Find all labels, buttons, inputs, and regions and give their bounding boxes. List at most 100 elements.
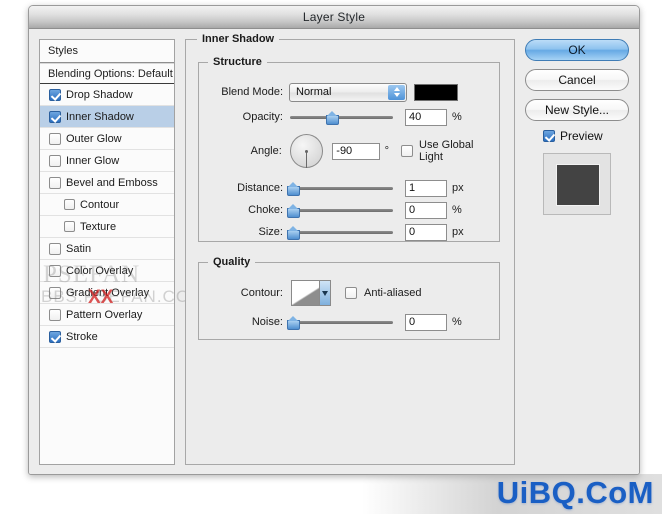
size-label: Size: bbox=[258, 226, 283, 238]
sidebar-item-outer-glow[interactable]: Outer Glow bbox=[40, 128, 174, 150]
dialog-titlebar[interactable]: Layer Style bbox=[29, 6, 639, 29]
sidebar-item-drop-shadow[interactable]: Drop Shadow bbox=[40, 84, 174, 106]
opacity-row: Opacity: 40 % bbox=[211, 108, 462, 126]
preview-thumbnail-shape bbox=[556, 164, 600, 206]
noise-slider[interactable] bbox=[287, 315, 393, 330]
angle-value: -90 bbox=[336, 145, 353, 157]
preview-label: Preview bbox=[560, 129, 603, 143]
sidebar-item-pattern-overlay[interactable]: Pattern Overlay bbox=[40, 304, 174, 326]
chevron-updown-icon[interactable] bbox=[388, 84, 405, 100]
noise-row: Noise: 0 % bbox=[211, 313, 462, 331]
checkbox-stroke[interactable] bbox=[49, 330, 61, 343]
blend-mode-select[interactable]: Normal bbox=[289, 82, 407, 102]
checkbox-drop-shadow[interactable] bbox=[49, 88, 61, 101]
distance-row: Distance: 1 px bbox=[211, 179, 464, 197]
contour-label: Contour: bbox=[240, 287, 283, 299]
new-style-button[interactable]: New Style... bbox=[525, 99, 629, 121]
sidebar-item-label: Bevel and Emboss bbox=[66, 176, 158, 189]
structure-group: Structure Blend Mode: Normal Opacity: 40… bbox=[198, 56, 500, 242]
shadow-color-swatch[interactable] bbox=[414, 83, 458, 101]
sidebar-item-bevel-and-emboss[interactable]: Bevel and Emboss bbox=[40, 172, 174, 194]
choke-row: Choke: 0 % bbox=[211, 201, 462, 219]
noise-value: 0 bbox=[409, 316, 416, 328]
quality-legend: Quality bbox=[208, 256, 256, 268]
distance-slider-thumb[interactable] bbox=[287, 182, 301, 196]
size-value: 0 bbox=[409, 226, 416, 238]
sidebar-item-label: Inner Glow bbox=[66, 154, 120, 167]
structure-legend: Structure bbox=[208, 56, 267, 68]
anti-aliased-label: Anti-aliased bbox=[364, 287, 422, 299]
opacity-value: 40 bbox=[409, 111, 422, 123]
noise-label: Noise: bbox=[251, 316, 283, 328]
checkbox-color-overlay[interactable] bbox=[49, 264, 61, 277]
noise-slider-thumb[interactable] bbox=[287, 316, 301, 330]
opacity-slider-track bbox=[290, 116, 393, 119]
noise-input[interactable]: 0 bbox=[405, 313, 447, 331]
noise-slider-track bbox=[290, 321, 393, 324]
distance-input[interactable]: 1 bbox=[405, 179, 447, 197]
sidebar-item-label: Pattern Overlay bbox=[66, 308, 143, 321]
opacity-slider[interactable] bbox=[290, 110, 393, 125]
sidebar-item-label: Inner Shadow bbox=[66, 110, 134, 123]
sidebar-item-label: Texture bbox=[80, 220, 117, 233]
angle-label: Angle: bbox=[250, 145, 282, 157]
ok-button[interactable]: OK bbox=[525, 39, 629, 61]
sidebar-item-color-overlay[interactable]: Color Overlay bbox=[40, 260, 174, 282]
angle-row: Angle: -90 ° Use Global Light bbox=[211, 131, 499, 171]
checkbox-inner-shadow[interactable] bbox=[49, 110, 61, 123]
angle-dial-center bbox=[305, 149, 309, 153]
sidebar-item-gradient-overlay[interactable]: Gradient Overlay bbox=[40, 282, 174, 304]
choke-input[interactable]: 0 bbox=[405, 201, 447, 219]
sidebar-item-label: Drop Shadow bbox=[66, 88, 133, 101]
use-global-light-label: Use Global Light bbox=[419, 139, 474, 163]
choke-slider-thumb[interactable] bbox=[287, 204, 301, 218]
size-row: Size: 0 px bbox=[211, 223, 464, 241]
sidebar-item-label: Gradient Overlay bbox=[66, 286, 150, 299]
angle-dial-needle bbox=[306, 151, 308, 168]
sidebar-item-stroke[interactable]: Stroke bbox=[40, 326, 174, 348]
size-slider-track bbox=[290, 231, 393, 234]
choke-value: 0 bbox=[409, 204, 416, 216]
contour-preset-swatch[interactable] bbox=[291, 280, 331, 306]
contour-row: Contour: Anti-aliased bbox=[211, 279, 421, 307]
opacity-label: Opacity: bbox=[242, 111, 283, 123]
size-slider-thumb[interactable] bbox=[287, 226, 301, 240]
size-input[interactable]: 0 bbox=[405, 223, 447, 241]
angle-dial[interactable] bbox=[289, 134, 324, 168]
checkbox-bevel-and-emboss[interactable] bbox=[49, 176, 61, 189]
opacity-slider-thumb[interactable] bbox=[326, 111, 340, 125]
sidebar-item-inner-shadow[interactable]: Inner Shadow bbox=[40, 106, 174, 128]
checkbox-pattern-overlay[interactable] bbox=[49, 308, 61, 321]
choke-slider[interactable] bbox=[287, 203, 393, 218]
checkbox-preview[interactable] bbox=[543, 130, 555, 142]
sidebar-item-texture[interactable]: Texture bbox=[40, 216, 174, 238]
cancel-button[interactable]: Cancel bbox=[525, 69, 629, 91]
sidebar-item-contour[interactable]: Contour bbox=[40, 194, 174, 216]
blend-mode-value: Normal bbox=[296, 86, 332, 98]
sidebar-item-satin[interactable]: Satin bbox=[40, 238, 174, 260]
layer-style-dialog: Layer Style Styles Blending Options: Def… bbox=[28, 5, 640, 475]
angle-unit: ° bbox=[384, 145, 390, 157]
choke-slider-track bbox=[290, 209, 393, 212]
styles-header-label: Styles bbox=[48, 45, 78, 57]
sidebar-item-label: Satin bbox=[66, 242, 92, 255]
opacity-input[interactable]: 40 bbox=[405, 108, 447, 126]
size-slider[interactable] bbox=[287, 225, 393, 240]
styles-sidebar: Styles Blending Options: Default Drop Sh… bbox=[39, 39, 175, 465]
checkbox-inner-glow[interactable] bbox=[49, 154, 61, 167]
checkbox-anti-aliased[interactable] bbox=[345, 287, 357, 299]
contour-dropdown-arrow-icon[interactable] bbox=[319, 281, 330, 305]
angle-input[interactable]: -90 bbox=[332, 142, 380, 160]
checkbox-contour[interactable] bbox=[64, 199, 75, 210]
distance-slider[interactable] bbox=[287, 181, 393, 196]
checkbox-outer-glow[interactable] bbox=[49, 132, 61, 145]
checkbox-texture[interactable] bbox=[64, 221, 75, 232]
checkbox-satin[interactable] bbox=[49, 242, 61, 255]
sidebar-item-blending-options[interactable]: Blending Options: Default bbox=[40, 63, 174, 84]
checkbox-use-global-light[interactable] bbox=[401, 145, 414, 157]
sidebar-item-inner-glow[interactable]: Inner Glow bbox=[40, 150, 174, 172]
blending-options-label: Blending Options: Default bbox=[48, 67, 173, 80]
preview-toggle-row[interactable]: Preview bbox=[543, 129, 631, 143]
checkbox-gradient-overlay[interactable] bbox=[49, 286, 61, 299]
styles-header[interactable]: Styles bbox=[40, 40, 174, 63]
